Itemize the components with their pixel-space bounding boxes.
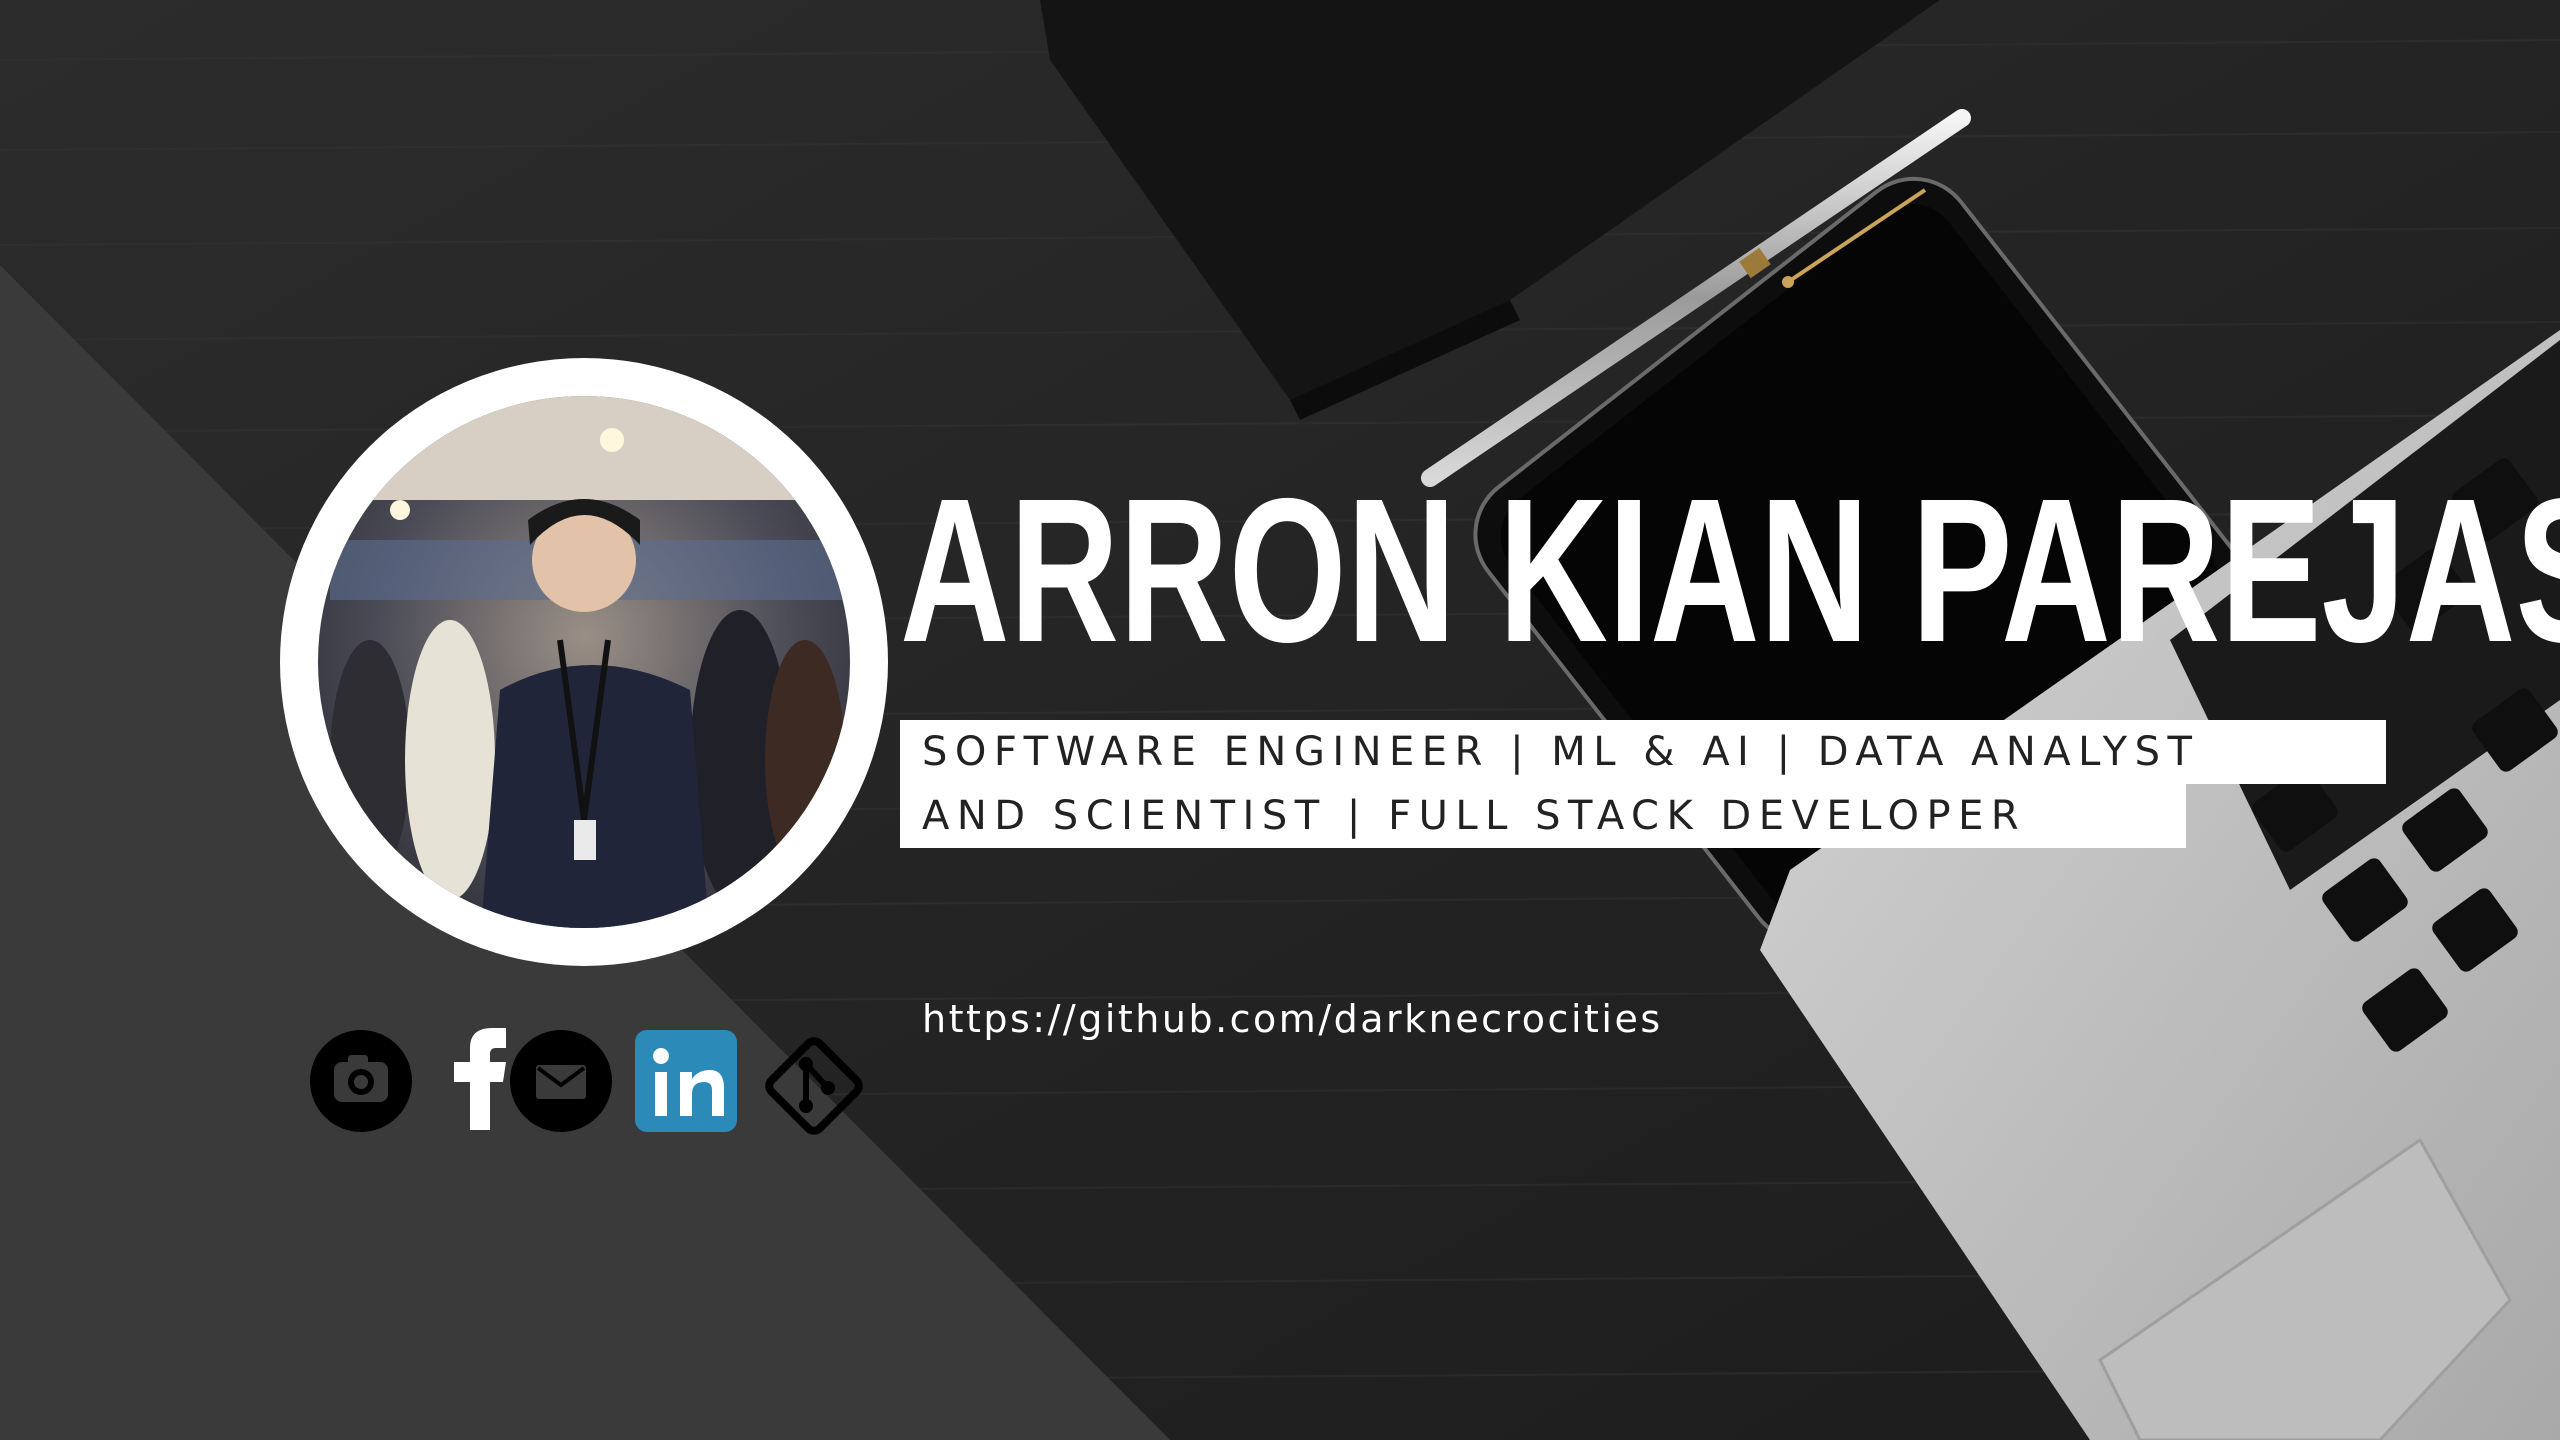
tagline-line-2: AND SCIENTIST | FULL STACK DEVELOPER xyxy=(900,784,2186,848)
profile-name: ARRON KIAN PAREJAS xyxy=(900,456,2560,685)
mail-icon[interactable] xyxy=(510,1030,612,1132)
github-link[interactable]: https://github.com/darknecrocities xyxy=(922,1000,1663,1038)
linkedin-icon[interactable] xyxy=(635,1030,737,1132)
tagline-line-1: SOFTWARE ENGINEER | ML & AI | DATA ANALY… xyxy=(900,720,2386,784)
camera-icon[interactable] xyxy=(310,1030,412,1132)
